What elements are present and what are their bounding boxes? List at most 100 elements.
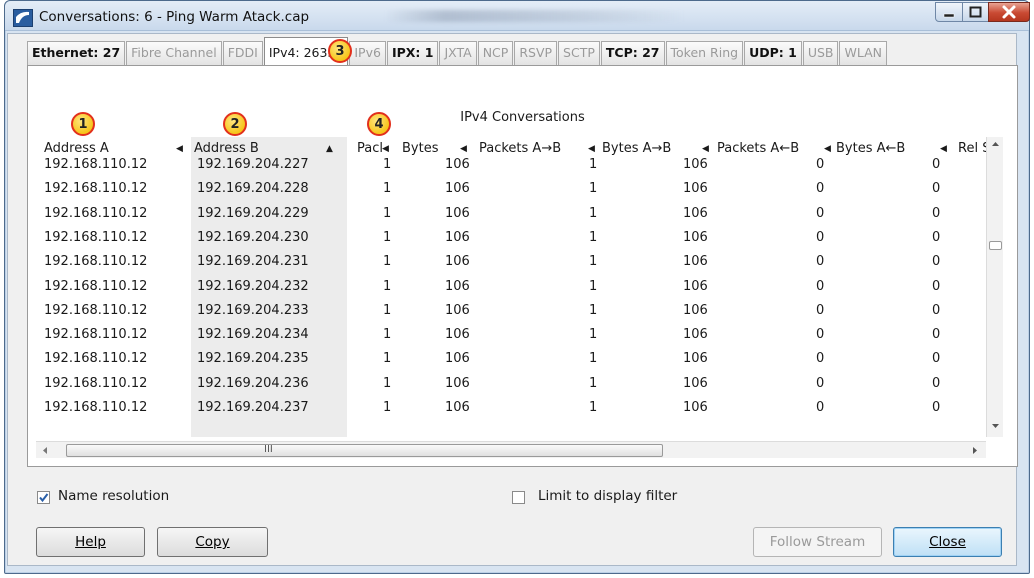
- tab-ncp[interactable]: NCP: [477, 41, 514, 65]
- column-header[interactable]: Packets A→B: [479, 141, 561, 156]
- table-row[interactable]: 192.168.110.12 192.169.204.235 1 106 1 106 0 0: [36, 351, 986, 375]
- table-cell: 1: [383, 229, 392, 245]
- callout-1: 1: [71, 112, 95, 136]
- tab-jxta[interactable]: JXTA: [439, 41, 477, 65]
- column-header[interactable]: Bytes A←B: [836, 141, 905, 156]
- name-resolution-label[interactable]: Name resolution: [58, 488, 169, 504]
- wireshark-fin-icon: [13, 9, 33, 27]
- column-header[interactable]: Address B: [194, 141, 259, 156]
- scroll-down-icon[interactable]: [988, 419, 1003, 433]
- table-cell: 0: [816, 302, 825, 318]
- table-cell: 192.168.110.12: [44, 254, 148, 270]
- limit-filter-label[interactable]: Limit to display filter: [538, 488, 677, 504]
- table-cell: 0: [932, 375, 941, 391]
- tab-ethernet[interactable]: Ethernet: 27: [27, 41, 126, 65]
- table-cell: 1: [383, 375, 392, 391]
- table-cell: 0: [932, 302, 941, 318]
- table-cell: 0: [932, 181, 941, 197]
- table-cell: 106: [445, 302, 470, 318]
- close-button[interactable]: Close: [893, 527, 1002, 557]
- table-row[interactable]: 192.168.110.12 192.169.204.229 1 106 1 106 0 0: [36, 206, 986, 230]
- table-cell: 106: [445, 375, 470, 391]
- column-header[interactable]: Bytes A→B: [602, 141, 671, 156]
- tab-ipx[interactable]: IPX: 1: [386, 41, 439, 65]
- tab-wlan[interactable]: WLAN: [839, 41, 887, 65]
- table-row[interactable]: 192.168.110.12 192.169.204.228 1 106 1 106 0 0: [36, 181, 986, 205]
- help-button-label: Help: [75, 534, 106, 550]
- maximize-icon: [969, 6, 982, 18]
- tab-tcp[interactable]: TCP: 27: [600, 41, 665, 65]
- scroll-up-icon[interactable]: [988, 137, 1003, 151]
- table-cell: 192.168.110.12: [44, 400, 148, 415]
- horizontal-scrollbar[interactable]: III: [36, 441, 986, 458]
- table-cell: 0: [816, 181, 825, 197]
- table-cell: 106: [445, 327, 470, 343]
- table-cell: 0: [932, 229, 941, 245]
- tab-sctp[interactable]: SCTP: [558, 41, 600, 65]
- window-title: Conversations: 6 - Ping Warm Atack.cap: [39, 9, 310, 25]
- column-header[interactable]: Address A: [44, 141, 109, 156]
- table-cell: 106: [683, 278, 708, 294]
- table-row[interactable]: 192.168.110.12 192.169.204.232 1 106 1 106 0 0: [36, 279, 986, 303]
- table-row[interactable]: 192.168.110.12 192.169.204.234 1 106 1 106 0 0: [36, 327, 986, 351]
- follow-stream-button[interactable]: Follow Stream: [753, 527, 882, 557]
- tab-fibre-channel[interactable]: Fibre Channel: [126, 41, 222, 65]
- tab-fddi[interactable]: FDDI: [222, 41, 263, 65]
- name-resolution-checkbox[interactable]: [37, 491, 50, 504]
- sort-ascending-icon: ▲: [326, 144, 333, 154]
- vertical-scrollbar[interactable]: [986, 137, 1003, 437]
- scroll-left-icon[interactable]: [38, 443, 52, 458]
- protocol-tabs: Ethernet: 27 Fibre Channel FDDI IPv4: 26331…: [27, 37, 888, 65]
- close-icon: [1002, 5, 1016, 19]
- close-button-label: Close: [929, 534, 966, 550]
- copy-button[interactable]: Copy: [157, 527, 268, 557]
- scroll-grip: III: [264, 444, 273, 455]
- scroll-right-icon[interactable]: [968, 443, 982, 458]
- table-cell: 1: [383, 400, 392, 415]
- table-cell: 1: [383, 351, 392, 367]
- table-row[interactable]: 192.168.110.12 192.169.204.230 1 106 1 106 0 0: [36, 230, 986, 254]
- table-cell: 1: [589, 400, 598, 415]
- table-cell: 0: [932, 157, 941, 172]
- table-cell: 192.169.204.231: [197, 254, 309, 270]
- column-header[interactable]: Pacl: [357, 141, 383, 156]
- title-bar[interactable]: Conversations: 6 - Ping Warm Atack.cap: [5, 1, 1030, 31]
- limit-filter-checkbox[interactable]: [512, 491, 525, 504]
- table-cell: 106: [683, 254, 708, 270]
- table-cell: 1: [589, 229, 598, 245]
- table-cell: 0: [816, 375, 825, 391]
- column-header[interactable]: Bytes: [402, 141, 438, 156]
- tab-rsvp[interactable]: RSVP: [514, 41, 558, 65]
- table-cell: 1: [589, 351, 598, 367]
- tab-usb[interactable]: USB: [802, 41, 839, 65]
- table-row[interactable]: 192.168.110.12 192.169.204.236 1 106 1 106 0 0: [36, 376, 986, 400]
- follow-stream-label: Follow Stream: [769, 534, 866, 550]
- table-cell: 1: [589, 327, 598, 343]
- tab-ipv6[interactable]: IPv6: [349, 41, 386, 65]
- column-resize-icon: ◀: [940, 144, 947, 154]
- help-button[interactable]: Help: [36, 527, 145, 557]
- table-cell: 0: [816, 351, 825, 367]
- vertical-scroll-thumb[interactable]: [989, 241, 1002, 250]
- table-cell: 0: [816, 205, 825, 221]
- table-row[interactable]: 192.168.110.12 192.169.204.227 1 106 1 106 0 0: [36, 157, 986, 181]
- minimize-button[interactable]: [935, 2, 963, 22]
- table-cell: 192.169.204.234: [197, 327, 309, 343]
- close-window-button[interactable]: [988, 2, 1030, 22]
- table-cell: 192.169.204.227: [197, 157, 309, 172]
- table-row[interactable]: 192.168.110.12 192.169.204.237 1 106 1 106 0 0: [36, 400, 986, 424]
- table-cell: 0: [816, 278, 825, 294]
- maximize-button[interactable]: [962, 2, 989, 22]
- table-row[interactable]: 192.168.110.12 192.169.204.233 1 106 1 106 0 0: [36, 303, 986, 327]
- column-header[interactable]: Packets A←B: [717, 141, 799, 156]
- horizontal-scroll-thumb[interactable]: III: [66, 444, 663, 457]
- table-cell: 1: [589, 302, 598, 318]
- table-cell: 0: [816, 327, 825, 343]
- tab-token-ring[interactable]: Token Ring: [665, 41, 744, 65]
- table-cell: 106: [683, 351, 708, 367]
- table-cell: 106: [445, 351, 470, 367]
- table-row[interactable]: 192.168.110.12 192.169.204.231 1 106 1 106 0 0: [36, 254, 986, 278]
- checkmark-icon: [39, 493, 49, 503]
- tab-udp[interactable]: UDP: 1: [744, 41, 802, 65]
- table-cell: 192.169.204.229: [197, 205, 309, 221]
